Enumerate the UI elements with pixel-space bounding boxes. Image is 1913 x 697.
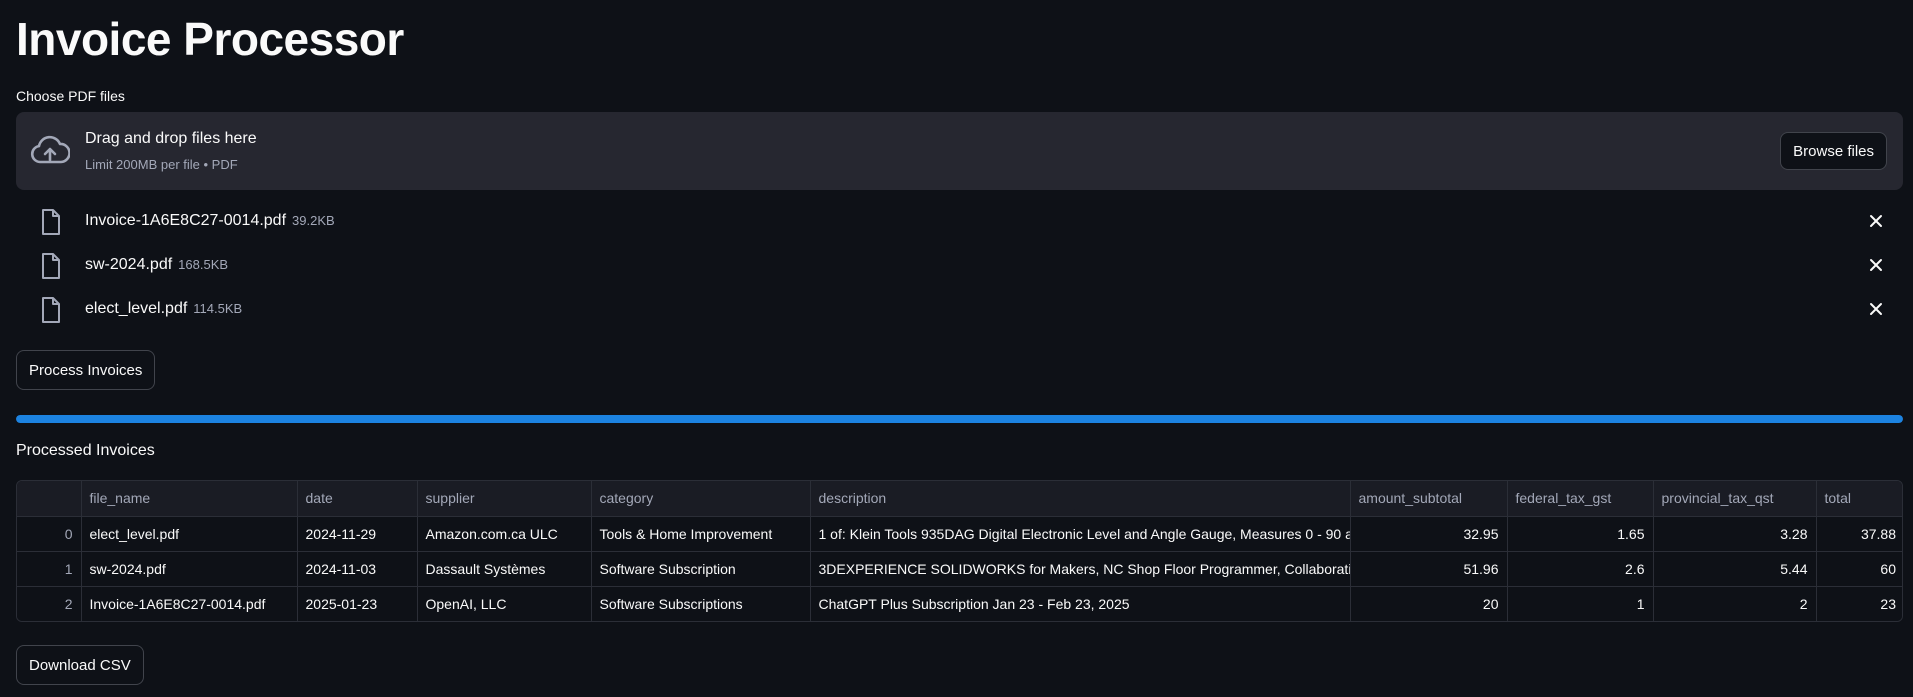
results-table[interactable]: file_name date supplier category descrip… (16, 480, 1903, 622)
app-page: Invoice Processor Choose PDF files Drag … (0, 0, 1913, 697)
dropzone-title: Drag and drop files here (85, 130, 257, 147)
cell-federal-tax-gst[interactable]: 1 (1507, 586, 1654, 621)
cell-supplier[interactable]: Dassault Systèmes (417, 551, 592, 587)
file-name: Invoice-1A6E8C27-0014.pdf (85, 212, 287, 229)
file-icon (42, 209, 60, 235)
cell-file-name[interactable]: elect_level.pdf (81, 516, 298, 552)
cell-total[interactable]: 37.88 (1816, 516, 1902, 552)
cell-description[interactable]: 3DEXPERIENCE SOLIDWORKS for Makers, NC S… (810, 551, 1351, 587)
browse-files-button[interactable]: Browse files (1780, 132, 1887, 170)
results-heading: Processed Invoices (16, 442, 155, 459)
column-header-provincial-tax-qst[interactable]: provincial_tax_qst (1653, 481, 1817, 517)
close-icon (1870, 215, 1882, 227)
cell-date[interactable]: 2025-01-23 (297, 586, 418, 621)
file-icon (42, 297, 60, 323)
column-header-category[interactable]: category (591, 481, 811, 517)
file-name-label: elect_level.pdf 114.5KB (85, 300, 242, 318)
table-row: 0 elect_level.pdf 2024-11-29 Amazon.com.… (17, 516, 1902, 552)
cell-amount-subtotal[interactable]: 20 (1350, 586, 1508, 621)
cell-category[interactable]: Software Subscriptions (591, 586, 811, 621)
download-csv-button[interactable]: Download CSV (16, 645, 144, 685)
cell-provincial-tax-qst[interactable]: 3.28 (1653, 516, 1817, 552)
table-row: 1 sw-2024.pdf 2024-11-03 Dassault Systèm… (17, 551, 1902, 587)
cell-provincial-tax-qst[interactable]: 2 (1653, 586, 1817, 621)
cell-date[interactable]: 2024-11-29 (297, 516, 418, 552)
cell-file-name[interactable]: Invoice-1A6E8C27-0014.pdf (81, 586, 298, 621)
cell-supplier[interactable]: OpenAI, LLC (417, 586, 592, 621)
uploaded-file-row: sw-2024.pdf 168.5KB (16, 246, 1903, 286)
cell-amount-subtotal[interactable]: 51.96 (1350, 551, 1508, 587)
column-header-amount-subtotal[interactable]: amount_subtotal (1350, 481, 1508, 517)
file-icon (42, 253, 60, 279)
column-header-date[interactable]: date (297, 481, 418, 517)
column-header-total[interactable]: total (1816, 481, 1902, 517)
file-name: elect_level.pdf (85, 300, 188, 317)
progress-bar (16, 415, 1903, 423)
cell-category[interactable]: Software Subscription (591, 551, 811, 587)
remove-file-button[interactable] (1865, 254, 1887, 276)
cell-federal-tax-gst[interactable]: 2.6 (1507, 551, 1654, 587)
close-icon (1870, 259, 1882, 271)
cell-total[interactable]: 23 (1816, 586, 1902, 621)
uploader-label: Choose PDF files (16, 88, 125, 104)
file-name-label: Invoice-1A6E8C27-0014.pdf 39.2KB (85, 212, 335, 230)
file-name: sw-2024.pdf (85, 256, 173, 273)
table-header-row: file_name date supplier category descrip… (17, 481, 1902, 517)
remove-file-button[interactable] (1865, 298, 1887, 320)
cloud-upload-icon (30, 135, 70, 164)
column-header-federal-tax-gst[interactable]: federal_tax_gst (1507, 481, 1654, 517)
row-index[interactable]: 1 (17, 551, 82, 587)
column-header-description[interactable]: description (810, 481, 1351, 517)
file-size: 168.5KB (178, 257, 229, 272)
dropzone-subtitle: Limit 200MB per file • PDF (85, 157, 238, 172)
file-dropzone[interactable]: Drag and drop files here Limit 200MB per… (16, 112, 1903, 190)
cell-total[interactable]: 60 (1816, 551, 1902, 587)
table-row: 2 Invoice-1A6E8C27-0014.pdf 2025-01-23 O… (17, 586, 1902, 621)
column-header-file-name[interactable]: file_name (81, 481, 298, 517)
process-invoices-button[interactable]: Process Invoices (16, 350, 156, 390)
remove-file-button[interactable] (1865, 210, 1887, 232)
uploaded-file-row: Invoice-1A6E8C27-0014.pdf 39.2KB (16, 202, 1903, 242)
file-size: 114.5KB (193, 301, 243, 316)
row-index[interactable]: 2 (17, 586, 82, 621)
row-index[interactable]: 0 (17, 516, 82, 552)
progress-fill (16, 415, 1903, 423)
cell-description[interactable]: 1 of: Klein Tools 935DAG Digital Electro… (810, 516, 1351, 552)
cell-category[interactable]: Tools & Home Improvement (591, 516, 811, 552)
cell-provincial-tax-qst[interactable]: 5.44 (1653, 551, 1817, 587)
column-header-supplier[interactable]: supplier (417, 481, 592, 517)
page-title: Invoice Processor (16, 13, 404, 65)
close-icon (1870, 303, 1882, 315)
cell-federal-tax-gst[interactable]: 1.65 (1507, 516, 1654, 552)
cell-date[interactable]: 2024-11-03 (297, 551, 418, 587)
file-name-label: sw-2024.pdf 168.5KB (85, 256, 228, 274)
cell-description[interactable]: ChatGPT Plus Subscription Jan 23 - Feb 2… (810, 586, 1351, 621)
column-header-index[interactable] (17, 481, 82, 517)
cell-supplier[interactable]: Amazon.com.ca ULC (417, 516, 592, 552)
uploaded-file-row: elect_level.pdf 114.5KB (16, 290, 1903, 330)
cell-amount-subtotal[interactable]: 32.95 (1350, 516, 1508, 552)
cell-file-name[interactable]: sw-2024.pdf (81, 551, 298, 587)
file-size: 39.2KB (292, 213, 335, 228)
